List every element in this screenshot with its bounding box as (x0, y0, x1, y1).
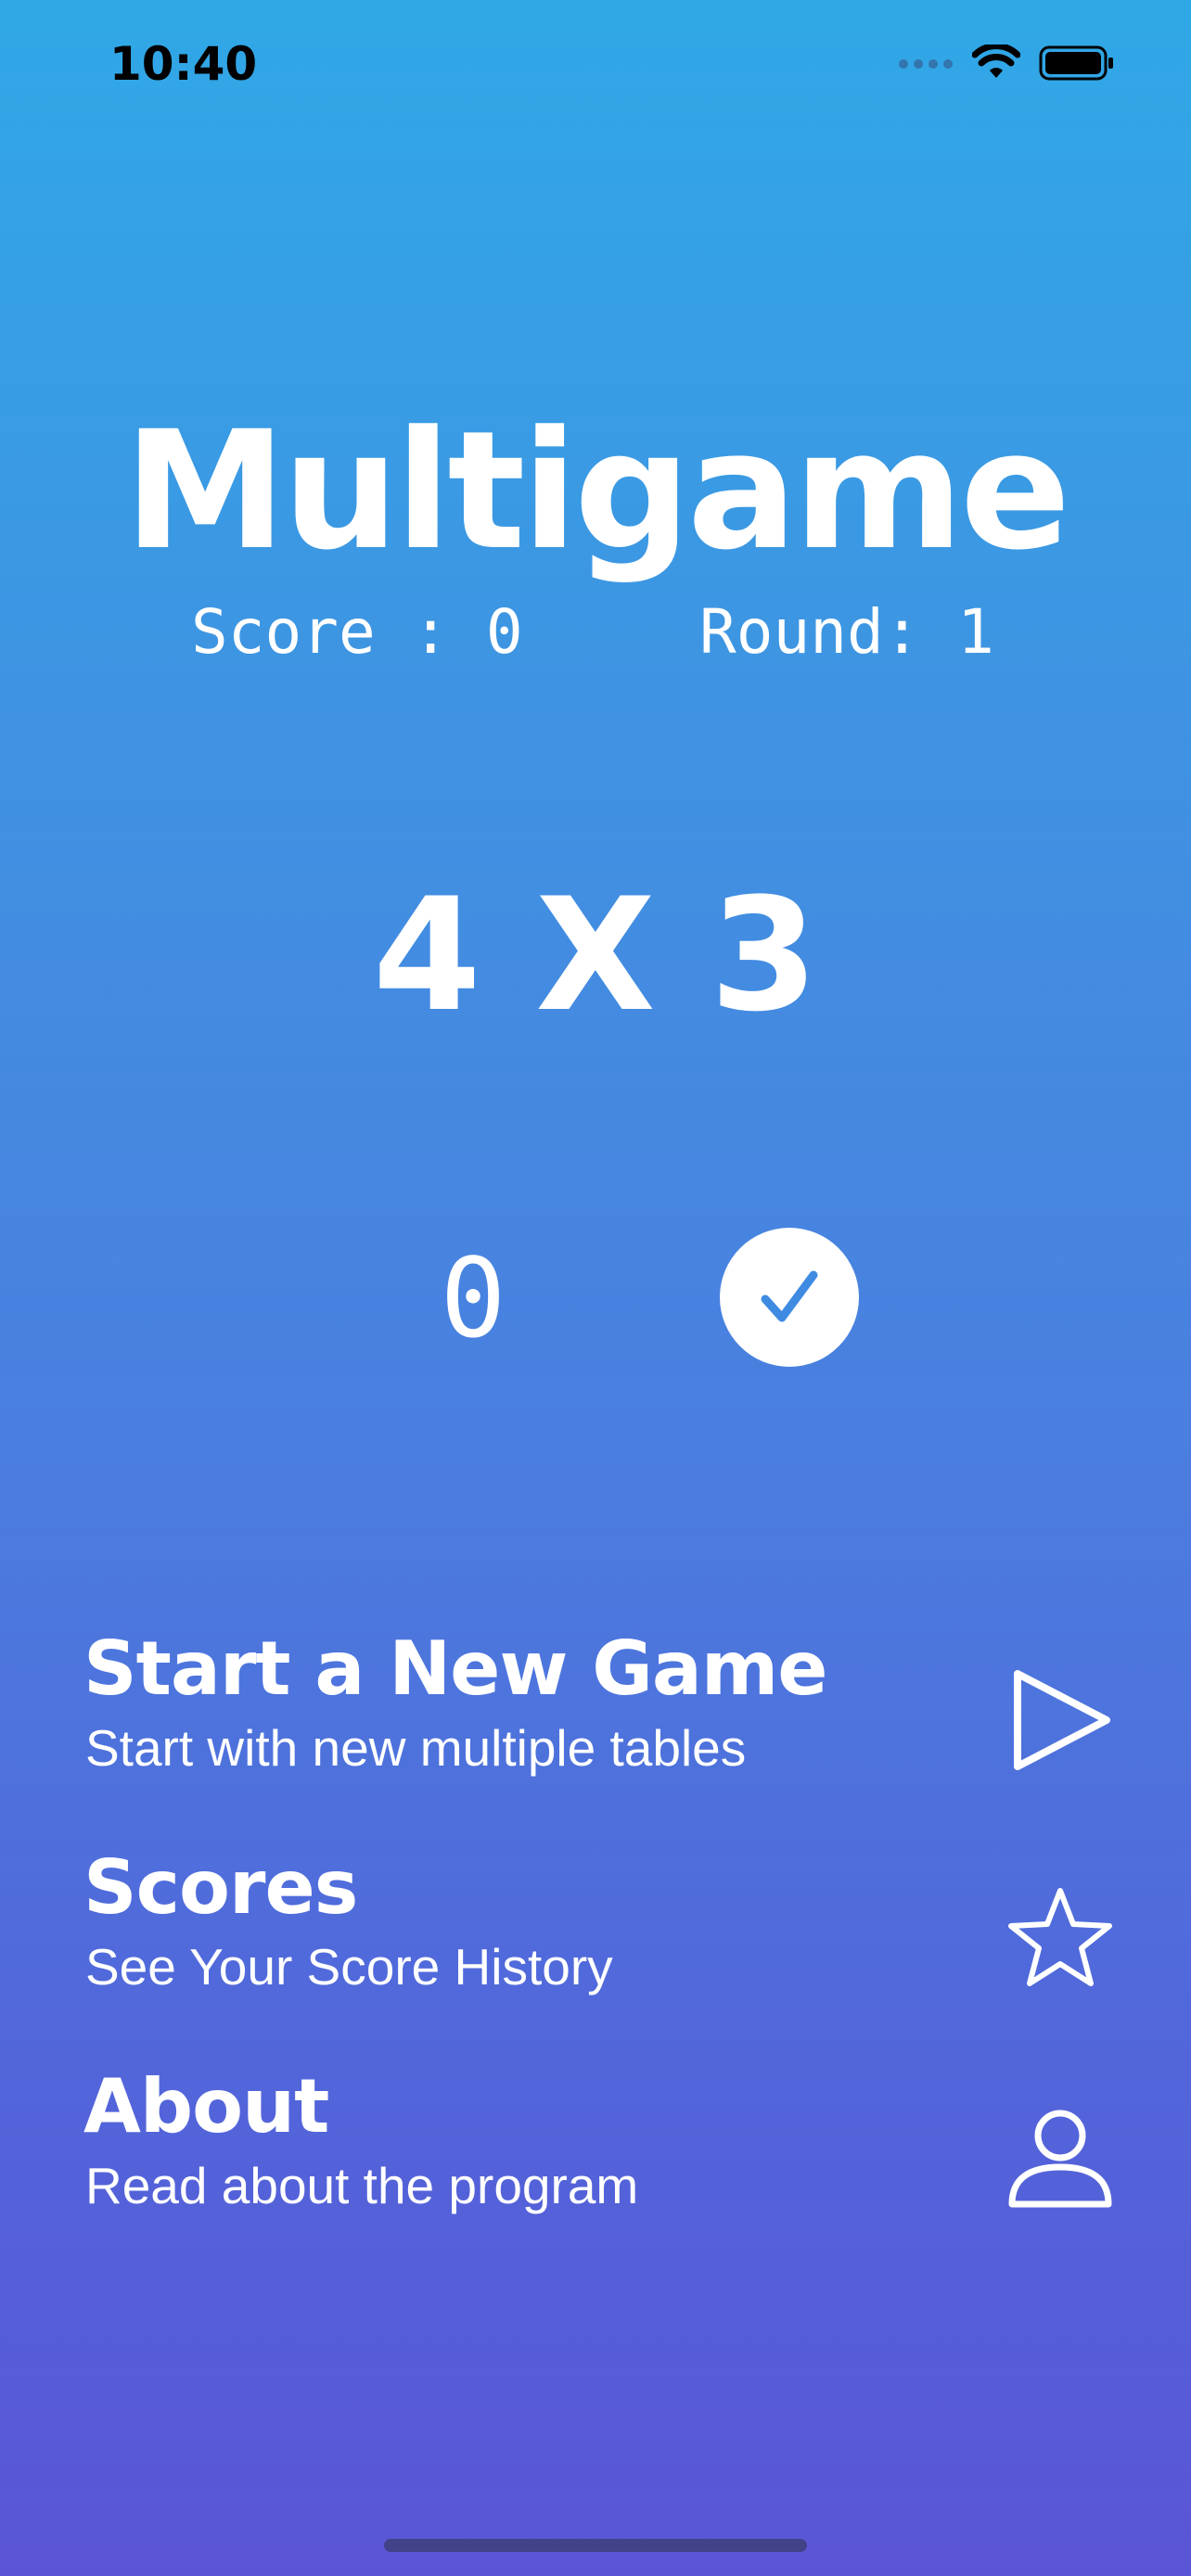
menu-item-title: Scores (83, 1844, 358, 1931)
person-icon (1000, 2098, 1121, 2218)
status-icons (898, 43, 1115, 85)
menu-item-about[interactable]: About Read about the program (0, 2060, 1191, 2246)
menu-item-scores[interactable]: Scores See Your Score History (0, 1842, 1191, 2027)
menu-item-subtitle: Start with new multiple tables (85, 1719, 747, 1777)
menu-item-new-game[interactable]: Start a New Game Start with new multiple… (0, 1623, 1191, 1808)
home-indicator[interactable] (384, 2539, 807, 2552)
menu-item-subtitle: Read about the program (85, 2157, 639, 2214)
menu-item-title: Start a New Game (83, 1626, 827, 1712)
round-label: Round: 1 (699, 596, 994, 668)
play-icon (1000, 1660, 1121, 1780)
status-time: 10:40 (109, 37, 258, 91)
menu-item-subtitle: See Your Score History (85, 1938, 613, 1996)
answer-input[interactable] (390, 1233, 557, 1363)
battery-icon (1039, 45, 1115, 85)
app-title: Multigame (123, 396, 1071, 586)
answer-row (0, 1224, 1191, 1372)
star-icon (1000, 1879, 1121, 1999)
status-bar: 10:40 (0, 0, 1191, 130)
cellular-dots-icon (898, 57, 954, 74)
submit-answer-button[interactable] (720, 1228, 859, 1367)
multiplication-question: 4 X 3 (372, 864, 819, 1046)
score-label: Score : 0 (191, 596, 523, 668)
wifi-icon (971, 43, 1021, 85)
menu-item-title: About (83, 2063, 329, 2149)
checkmark-icon (761, 1270, 818, 1322)
